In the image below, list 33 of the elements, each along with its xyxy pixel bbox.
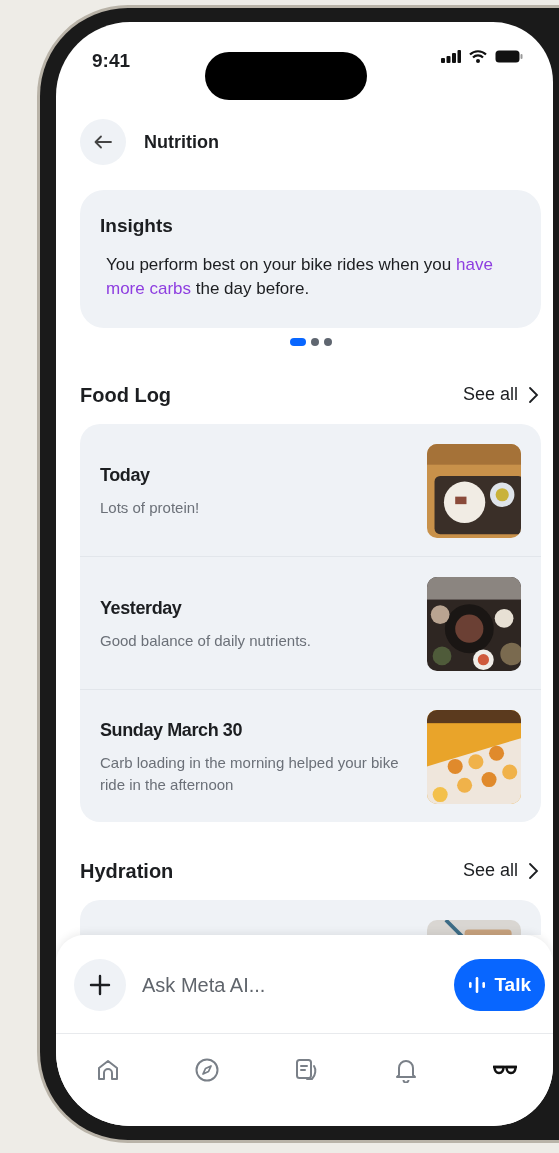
- battery-icon: [495, 50, 523, 63]
- home-icon: [95, 1057, 121, 1083]
- page-dot[interactable]: [323, 337, 332, 346]
- entry-title: Yesterday: [100, 597, 183, 621]
- entry-note: Good balance of daily nutrients.: [100, 631, 312, 652]
- food-log-entry[interactable]: Sunday March 30 Carb loading in the morning helped your bike ride in the afternoon: [80, 688, 541, 822]
- ask-field[interactable]: Ask Meta AI...: [140, 969, 441, 1001]
- voice-wave-icon: [468, 976, 487, 994]
- add-button[interactable]: [74, 959, 126, 1011]
- page-title: Nutrition: [144, 130, 219, 154]
- food-log-entry[interactable]: Today Lots of protein!: [80, 423, 541, 556]
- section-title: Hydration: [80, 858, 174, 884]
- back-arrow-icon: [94, 135, 112, 149]
- see-all-link[interactable]: See all: [460, 857, 541, 885]
- insight-text: You perform best on your bike rides when you have more carbs the day before.: [105, 253, 494, 301]
- status-time: 9:41: [92, 49, 131, 73]
- see-all-link[interactable]: See all: [460, 381, 541, 409]
- entry-note: Lots of protein!: [100, 498, 201, 519]
- chevron-right-icon: [528, 861, 539, 880]
- compass-icon: [194, 1057, 221, 1083]
- page-dot[interactable]: [310, 337, 319, 346]
- food-log-entry[interactable]: Yesterday Good balance of daily nutrients.: [80, 555, 541, 689]
- section-title: Food Log: [80, 382, 172, 408]
- chevron-right-icon: [528, 385, 539, 404]
- wifi-icon: [469, 50, 487, 63]
- entry-note: Carb loading in the morning helped your bike ride in the afternoon: [100, 752, 400, 796]
- entry-title: Today: [100, 464, 151, 488]
- entry-title: Sunday March 30: [100, 718, 244, 742]
- plus-icon: [89, 974, 111, 996]
- back-button[interactable]: [80, 119, 126, 165]
- talk-button[interactable]: Talk: [454, 959, 545, 1011]
- signal-icon: [441, 50, 461, 63]
- card-title: Insights: [100, 214, 174, 238]
